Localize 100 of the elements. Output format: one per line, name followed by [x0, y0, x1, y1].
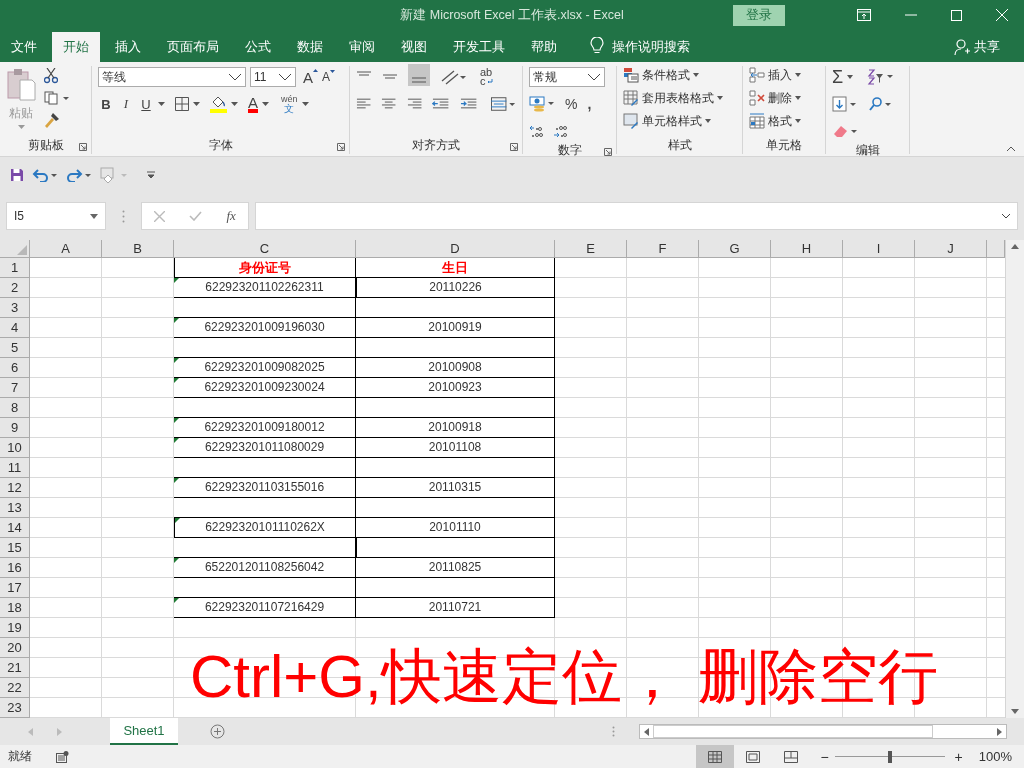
row-header[interactable]: 14 [0, 518, 30, 538]
maximize-icon[interactable] [951, 9, 962, 21]
caret-icon[interactable] [90, 213, 98, 219]
caret-icon[interactable] [193, 102, 200, 106]
caret-icon[interactable] [795, 73, 801, 77]
number-format-dropdown[interactable]: 常规 [529, 67, 605, 87]
add-sheet-icon[interactable] [210, 724, 225, 739]
ribbon-tab[interactable]: 插入 [104, 32, 152, 62]
zoom-level[interactable]: 100% [978, 749, 1012, 764]
column-header[interactable]: H [771, 240, 843, 258]
caret-icon[interactable] [693, 73, 699, 77]
redo-icon[interactable] [66, 167, 92, 182]
autosum-button[interactable]: Σ [832, 68, 844, 86]
expand-icon[interactable] [1001, 213, 1011, 219]
row-header[interactable]: 9 [0, 418, 30, 438]
row-header[interactable]: 7 [0, 378, 30, 398]
caret-icon[interactable] [231, 102, 238, 106]
decrease-decimal-icon[interactable] [553, 124, 567, 138]
column-header[interactable]: G [699, 240, 771, 258]
caret-icon[interactable] [301, 102, 309, 106]
horizontal-scrollbar[interactable] [639, 724, 1007, 739]
format-painter-icon[interactable] [44, 112, 60, 128]
percent-style-button[interactable]: % [565, 96, 578, 112]
copy-icon[interactable] [44, 91, 70, 105]
chevron-icon[interactable] [587, 73, 601, 81]
caret-icon[interactable] [795, 119, 801, 123]
caret-icon[interactable] [717, 96, 723, 100]
customize-toolbar-icon[interactable] [146, 170, 156, 179]
currency-icon[interactable] [529, 96, 555, 112]
sign-in-button[interactable]: 登录 [733, 4, 785, 26]
caret-icon[interactable] [847, 75, 854, 79]
row-header[interactable]: 23 [0, 698, 30, 718]
cut-icon[interactable] [44, 68, 58, 84]
save-icon[interactable] [10, 167, 24, 182]
row-header[interactable]: 16 [0, 558, 30, 578]
scroll-down-icon[interactable] [1011, 709, 1019, 714]
row-header[interactable]: 10 [0, 438, 30, 458]
column-header[interactable]: E [555, 240, 627, 258]
macro-record-icon[interactable] [56, 750, 69, 763]
drag-handle-icon[interactable] [612, 726, 615, 737]
dialog-launcher-icon[interactable] [604, 148, 612, 156]
chevron-icon[interactable] [228, 73, 242, 81]
font-name-dropdown[interactable]: 等线 [98, 67, 246, 87]
tell-me-search[interactable]: 操作说明搜索 [612, 32, 690, 62]
caret-icon[interactable] [795, 96, 801, 100]
column-header[interactable]: D [356, 240, 555, 258]
column-header[interactable]: F [627, 240, 699, 258]
increase-indent-icon[interactable] [459, 98, 477, 110]
row-header[interactable]: 4 [0, 318, 30, 338]
ribbon-tab[interactable]: 开始 [52, 32, 100, 62]
row-header[interactable]: 11 [0, 458, 30, 478]
font-style-button[interactable]: B [98, 96, 114, 112]
font-size-dropdown[interactable]: 11 [250, 67, 296, 87]
column-header[interactable]: I [843, 240, 915, 258]
dialog-launcher-icon[interactable] [510, 143, 518, 151]
cells-menu-button[interactable]: 删除 [768, 89, 792, 107]
font-color-button[interactable]: A [248, 95, 258, 113]
formula-input[interactable] [255, 202, 1018, 230]
row-header[interactable]: 8 [0, 398, 30, 418]
borders-icon[interactable] [175, 97, 189, 111]
zoom-out-button[interactable]: − [820, 748, 829, 765]
decrease-indent-icon[interactable] [432, 98, 450, 110]
row-header[interactable]: 12 [0, 478, 30, 498]
scroll-up-icon[interactable] [1011, 244, 1019, 249]
font-style-button[interactable]: U [138, 96, 154, 112]
styles-menu-button[interactable]: 条件格式 [642, 66, 690, 84]
styles-menu-button[interactable]: 套用表格格式 [642, 89, 714, 107]
ribbon-tab[interactable]: 开发工具 [442, 32, 516, 62]
insert-function-button[interactable]: fx [226, 208, 236, 224]
fill-color-icon[interactable] [210, 95, 227, 113]
phonetic-guide-button[interactable]: wén 文 [281, 95, 298, 113]
align-left-icon[interactable] [356, 98, 372, 110]
close-icon[interactable] [996, 9, 1008, 21]
row-header[interactable]: 1 [0, 258, 30, 278]
dialog-launcher-icon[interactable] [79, 143, 87, 151]
row-header[interactable]: 5 [0, 338, 30, 358]
sheet-tab[interactable]: Sheet1 [110, 718, 178, 745]
column-header[interactable]: C [174, 240, 356, 258]
caret-icon[interactable] [158, 102, 165, 106]
wrap-text-button[interactable]: ab c [480, 68, 493, 86]
column-header[interactable]: A [30, 240, 102, 258]
column-header[interactable]: B [102, 240, 174, 258]
row-header[interactable]: 18 [0, 598, 30, 618]
align-right-icon[interactable] [406, 98, 423, 110]
fill-down-icon[interactable] [832, 96, 858, 112]
decrease-font-size-button[interactable]: A [322, 70, 336, 84]
orientation-icon[interactable] [440, 69, 466, 85]
increase-font-size-button[interactable]: A [303, 68, 318, 86]
row-header[interactable]: 15 [0, 538, 30, 558]
name-box[interactable]: I5 [6, 202, 106, 230]
ribbon-tab[interactable]: 视图 [390, 32, 438, 62]
dialog-launcher-icon[interactable] [337, 143, 345, 151]
caret-icon[interactable] [262, 102, 269, 106]
vertical-scrollbar[interactable] [1005, 240, 1024, 718]
zoom-thumb[interactable] [887, 750, 892, 763]
chevron-icon[interactable] [278, 73, 292, 81]
align-center-icon[interactable] [381, 98, 397, 110]
ribbon-display-icon[interactable] [857, 9, 871, 21]
ribbon-tab[interactable]: 审阅 [338, 32, 386, 62]
ribbon-tab[interactable]: 公式 [234, 32, 282, 62]
